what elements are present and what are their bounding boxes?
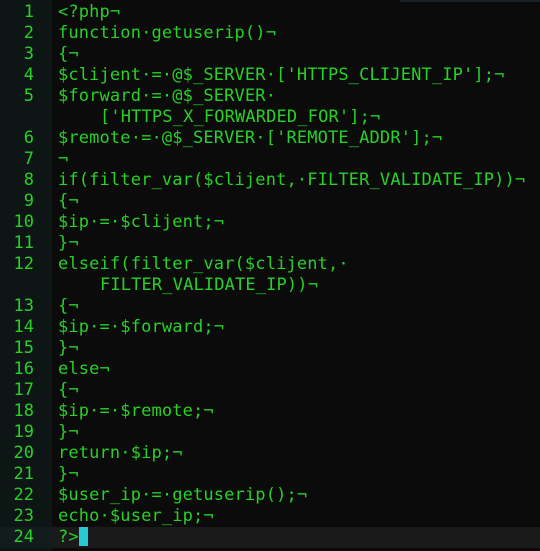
line-number: 11	[13, 233, 34, 253]
line-number: 18	[13, 401, 34, 421]
code-line[interactable]: 17 {¬	[0, 380, 540, 401]
code-text[interactable]: {¬	[52, 296, 79, 317]
line-number: 1	[23, 2, 34, 22]
line-number: 4	[23, 65, 34, 85]
code-line[interactable]: 2 function·getuserip()¬	[0, 23, 540, 44]
code-text[interactable]: }¬	[52, 464, 79, 485]
line-number: 19	[13, 422, 34, 442]
line-number: 9	[23, 191, 34, 211]
line-number: 3	[23, 44, 34, 64]
code-text[interactable]: $ip·=·$forward;¬	[52, 317, 224, 338]
code-line[interactable]: 3 {¬	[0, 44, 540, 65]
line-number: 21	[13, 464, 34, 484]
code-text[interactable]: $remote·=·@$_SERVER·['REMOTE_ADDR'];¬	[52, 128, 442, 149]
code-text[interactable]: $ip·=·$clijent;¬	[52, 212, 224, 233]
code-text[interactable]: }¬	[52, 233, 79, 254]
code-line[interactable]: 18 $ip·=·$remote;¬	[0, 401, 540, 422]
code-line[interactable]: 12 elseif(filter_var($clijent,·	[0, 254, 540, 275]
code-text[interactable]: FILTER_VALIDATE_IP))¬	[52, 275, 318, 296]
line-number: 10	[13, 212, 34, 232]
code-line[interactable]: 7 ¬	[0, 149, 540, 170]
line-number: 24	[0, 527, 52, 548]
code-text[interactable]: {¬	[52, 191, 79, 212]
code-text[interactable]: }¬	[52, 422, 79, 443]
line-number: 8	[23, 170, 34, 190]
code-text[interactable]: {¬	[52, 380, 79, 401]
line-number: 5	[23, 86, 34, 106]
line-number: 23	[13, 506, 34, 526]
code-text[interactable]: $ip·=·$remote;¬	[52, 401, 214, 422]
line-number: 12	[13, 254, 34, 274]
line-number: 15	[13, 338, 34, 358]
code-line-wrap[interactable]: ['HTTPS_X_FORWARDED_FOR'];¬	[0, 107, 540, 128]
code-editor[interactable]: 1 <?php¬ 2 function·getuserip()¬ 3 {¬ 4 $clijen…	[0, 2, 540, 548]
code-line[interactable]: 6 $remote·=·@$_SERVER·['REMOTE_ADDR'];¬	[0, 128, 540, 149]
text-cursor	[78, 527, 88, 546]
code-line[interactable]: 11 }¬	[0, 233, 540, 254]
code-text[interactable]: $clijent·=·@$_SERVER·['HTTPS_CLIJENT_IP'…	[52, 65, 505, 86]
code-line[interactable]: 5 $forward·=·@$_SERVER·	[0, 86, 540, 107]
line-number: 14	[13, 317, 34, 337]
line-number	[0, 275, 52, 296]
code-text[interactable]: <?php¬	[52, 2, 120, 23]
line-number: 22	[13, 485, 34, 505]
line-number	[0, 107, 52, 128]
code-line[interactable]: 16 else¬	[0, 359, 540, 380]
code-line[interactable]: 10 $ip·=·$clijent;¬	[0, 212, 540, 233]
code-text[interactable]: {¬	[52, 44, 79, 65]
code-line[interactable]: 14 $ip·=·$forward;¬	[0, 317, 540, 338]
code-text[interactable]: echo·$user_ip;¬	[52, 506, 214, 527]
code-line[interactable]: 23 echo·$user_ip;¬	[0, 506, 540, 527]
code-line[interactable]: 8 if(filter_var($clijent,·FILTER_VALIDATE…	[0, 170, 540, 191]
code-text[interactable]: ¬	[52, 149, 68, 170]
code-text[interactable]: ['HTTPS_X_FORWARDED_FOR'];¬	[52, 107, 380, 128]
code-line[interactable]: 20 return·$ip;¬	[0, 443, 540, 464]
code-line[interactable]: 15 }¬	[0, 338, 540, 359]
code-text[interactable]: $forward·=·@$_SERVER·	[52, 86, 276, 107]
code-text[interactable]: if(filter_var($clijent,·FILTER_VALIDATE_…	[52, 170, 525, 191]
line-number: 13	[13, 296, 34, 316]
code-text[interactable]: ?>	[52, 527, 88, 548]
code-text[interactable]: return·$ip;¬	[52, 443, 183, 464]
line-number: 7	[23, 149, 34, 169]
code-text[interactable]: $user_ip·=·getuserip();¬	[52, 485, 307, 506]
code-line[interactable]: 13 {¬	[0, 296, 540, 317]
code-text[interactable]: }¬	[52, 338, 79, 359]
line-number: 2	[23, 23, 34, 43]
line-number: 17	[13, 380, 34, 400]
code-text[interactable]: function·getuserip()¬	[52, 23, 276, 44]
code-line[interactable]: 22 $user_ip·=·getuserip();¬	[0, 485, 540, 506]
line-number: 20	[13, 443, 34, 463]
line-number: 6	[23, 128, 34, 148]
code-line[interactable]: 19 }¬	[0, 422, 540, 443]
code-text[interactable]: elseif(filter_var($clijent,·	[52, 254, 349, 275]
code-line[interactable]: 21 }¬	[0, 464, 540, 485]
line-number: 16	[13, 359, 34, 379]
code-line[interactable]: 24 ?>	[0, 527, 540, 548]
code-line[interactable]: 9 {¬	[0, 191, 540, 212]
code-line[interactable]: 1 <?php¬	[0, 2, 540, 23]
code-line-wrap[interactable]: FILTER_VALIDATE_IP))¬	[0, 275, 540, 296]
code-text[interactable]: else¬	[52, 359, 110, 380]
code-line[interactable]: 4 $clijent·=·@$_SERVER·['HTTPS_CLIJENT_IP…	[0, 65, 540, 86]
